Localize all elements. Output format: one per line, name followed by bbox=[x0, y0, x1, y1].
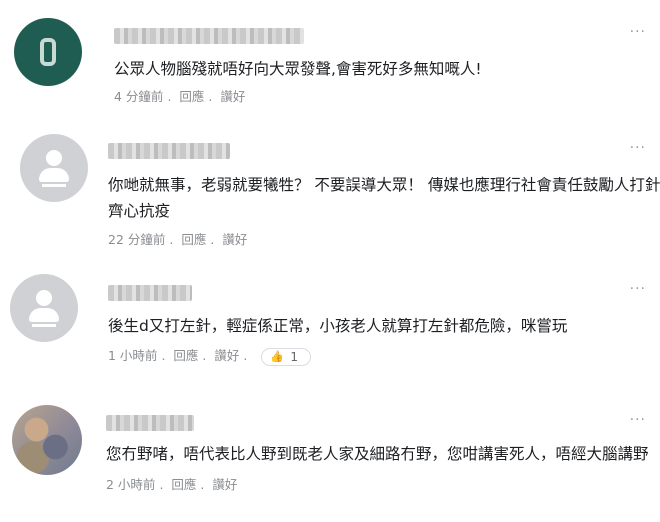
default-avatar-body-icon bbox=[29, 308, 59, 322]
comment-text: 後生d又打左針，輕症係正常，小孩老人就算打左針都危險，咪嘗玩 bbox=[108, 317, 568, 335]
reply-link[interactable]: 回應 bbox=[179, 89, 204, 104]
more-options-icon[interactable]: ··· bbox=[630, 24, 646, 40]
timestamp: 22 分鐘前 bbox=[108, 232, 166, 247]
avatar[interactable] bbox=[10, 274, 78, 342]
reply-link[interactable]: 回應 bbox=[181, 232, 206, 247]
timestamp: 4 分鐘前 bbox=[114, 89, 164, 104]
reply-link[interactable]: 回應 bbox=[171, 477, 196, 492]
default-avatar-body-icon bbox=[39, 168, 69, 182]
reaction-count: 1 bbox=[290, 350, 299, 364]
timestamp: 2 小時前 bbox=[106, 477, 156, 492]
comment-text: 您冇野啫，唔代表比人野到既老人家及細路冇野，您咁講害死人，唔經大腦講野 bbox=[106, 445, 649, 463]
default-avatar-head-icon bbox=[36, 290, 52, 306]
default-avatar-head-icon bbox=[46, 150, 62, 166]
more-options-icon[interactable]: ··· bbox=[630, 412, 646, 428]
avatar-glyph bbox=[40, 38, 56, 66]
timestamp: 1 小時前 bbox=[108, 348, 158, 363]
comment-text: 公眾人物腦殘就唔好向大眾發聲,會害死好多無知嘅人! bbox=[114, 60, 482, 78]
comment-meta: 1 小時前. 回應. 讚好. 👍 1 bbox=[108, 345, 315, 366]
comment-meta: 22 分鐘前. 回應. 讚好 bbox=[108, 232, 248, 247]
thumbs-up-icon: 👍 bbox=[270, 350, 285, 363]
author-name-blurred[interactable] bbox=[108, 285, 192, 301]
comment-meta: 4 分鐘前. 回應. 讚好 bbox=[114, 89, 246, 104]
author-name-blurred[interactable] bbox=[114, 28, 304, 44]
like-link[interactable]: 讚好 bbox=[214, 348, 239, 363]
author-name-blurred[interactable] bbox=[108, 143, 230, 159]
avatar[interactable] bbox=[20, 134, 88, 202]
author-name-blurred[interactable] bbox=[106, 415, 194, 431]
like-link[interactable]: 讚好 bbox=[222, 232, 247, 247]
comment-meta: 2 小時前. 回應. 讚好 bbox=[106, 477, 238, 492]
comment-text-line-2: 齊心抗疫 bbox=[108, 202, 171, 220]
reply-link[interactable]: 回應 bbox=[173, 348, 198, 363]
avatar[interactable] bbox=[14, 18, 82, 86]
like-link[interactable]: 讚好 bbox=[212, 477, 237, 492]
like-link[interactable]: 讚好 bbox=[220, 89, 245, 104]
avatar[interactable] bbox=[12, 405, 82, 475]
default-avatar-line bbox=[32, 324, 56, 327]
reaction-badge[interactable]: 👍 1 bbox=[261, 348, 312, 366]
more-options-icon[interactable]: ··· bbox=[630, 281, 646, 297]
comment-text-line-1: 你哋就無事，老弱就要犧牲？ 不要誤導大眾！ 傳媒也應理行社會責任鼓勵人打針 bbox=[108, 176, 660, 194]
default-avatar-line bbox=[42, 184, 66, 187]
more-options-icon[interactable]: ··· bbox=[630, 140, 646, 156]
